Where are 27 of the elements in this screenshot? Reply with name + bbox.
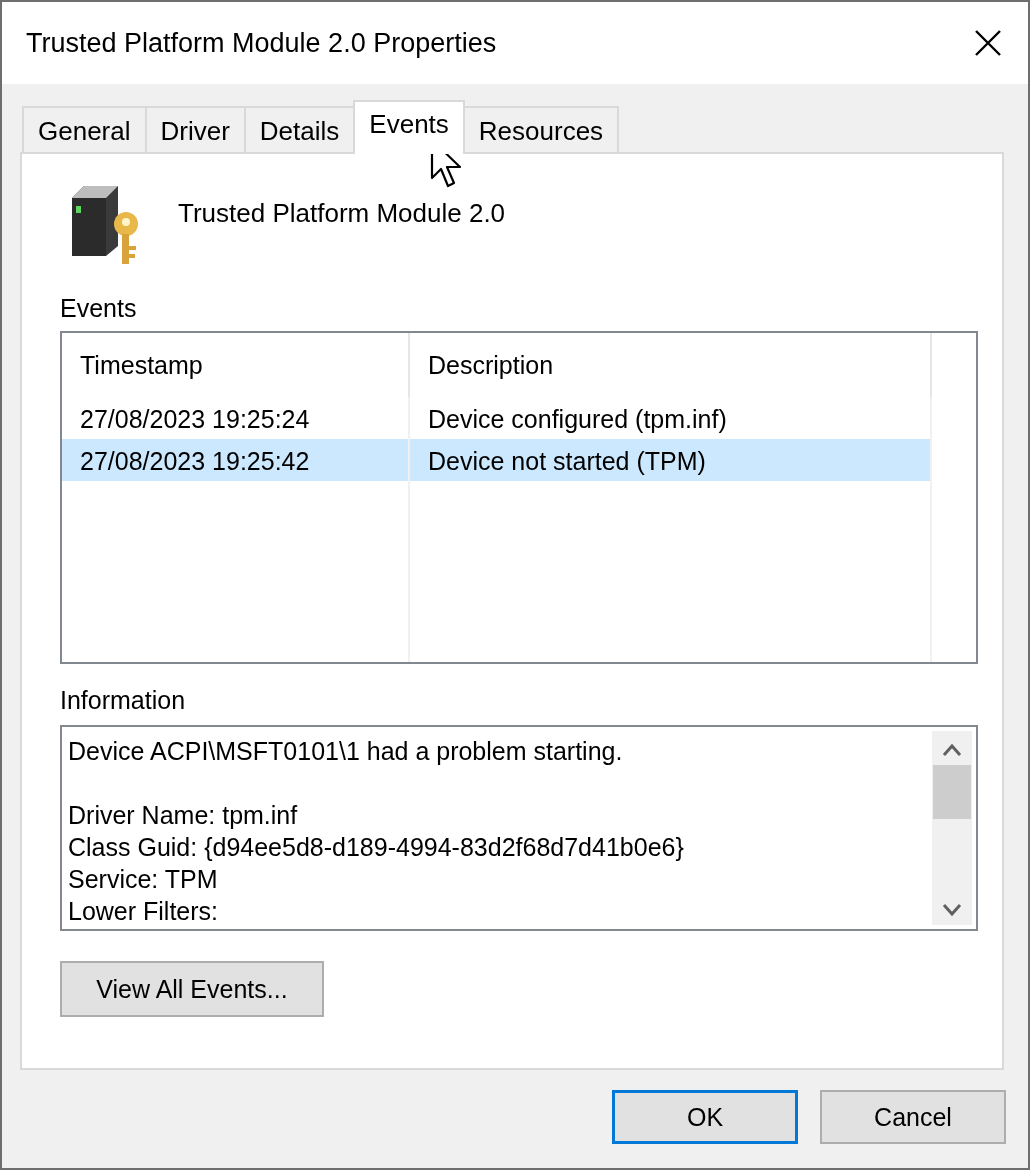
tab[interactable]: Events: [353, 100, 465, 154]
tab[interactable]: Resources: [462, 106, 620, 152]
column-header[interactable]: Timestamp: [62, 333, 410, 397]
scroll-thumb[interactable]: [933, 765, 971, 819]
events-label: Events: [60, 294, 138, 323]
tab[interactable]: General: [22, 106, 147, 152]
information-label: Information: [60, 686, 187, 715]
dialog-button[interactable]: Cancel: [820, 1090, 1006, 1144]
close-icon[interactable]: [974, 29, 1002, 57]
window-title: Trusted Platform Module 2.0 Properties: [26, 27, 497, 59]
information-text: Device ACPI\MSFT0101\1 had a problem starting.: [68, 736, 624, 767]
information-text: Driver Name: tpm.inf: [68, 800, 299, 831]
information-text: Service: TPM: [68, 864, 219, 895]
information-text: Class Guid: {d94ee5d8-d189-4994-83d2f68d7d41b0e6}: [68, 832, 685, 863]
scroll-up-icon[interactable]: [942, 743, 962, 757]
description-cell[interactable]: Device not started (TPM): [410, 439, 932, 481]
column-header[interactable]: Description: [410, 333, 932, 397]
dialog-button[interactable]: OK: [612, 1090, 798, 1144]
timestamp-cell[interactable]: 27/08/2023 19:25:24: [62, 397, 410, 439]
information-text: Lower Filters:: [68, 896, 220, 927]
scrollbar[interactable]: [932, 731, 972, 925]
scroll-down-icon[interactable]: [942, 903, 962, 917]
view-all-events-button[interactable]: View All Events...: [60, 961, 324, 1017]
timestamp-cell[interactable]: 27/08/2023 19:25:42: [62, 439, 410, 481]
device-name: Trusted Platform Module 2.0: [178, 198, 506, 229]
information-box[interactable]: Device ACPI\MSFT0101\1 had a problem starting. Driver Name: tpm.inf Class Guid: {d94ee5d8-d189-4994-83d2f68d7d41b0e6} Service: TPM Lower Filters:: [60, 725, 978, 931]
description-cell[interactable]: Device configured (tpm.inf): [410, 397, 932, 439]
